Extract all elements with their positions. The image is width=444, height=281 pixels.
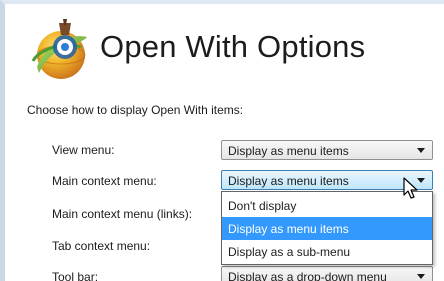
dialog-window: Open With Options Choose how to display … bbox=[0, 0, 444, 281]
dialog-title: Open With Options bbox=[100, 29, 366, 64]
chevron-down-icon bbox=[417, 148, 425, 153]
tab-context-menu-label: Tab context menu: bbox=[52, 239, 151, 253]
tool-bar-label: Tool bar: bbox=[52, 270, 99, 281]
tool-bar-value: Display as a drop-down menu bbox=[228, 270, 387, 281]
chevron-down-icon bbox=[417, 274, 425, 279]
options-instruction: Choose how to display Open With items: bbox=[27, 103, 244, 117]
option-label: Don't display bbox=[228, 199, 297, 213]
main-context-menu-dropdown[interactable]: Display as menu items bbox=[221, 170, 433, 190]
option-display-as-menu-items[interactable]: Display as menu items bbox=[222, 217, 432, 240]
tool-bar-dropdown[interactable]: Display as a drop-down menu bbox=[221, 266, 433, 281]
option-label: Display as menu items bbox=[228, 222, 349, 236]
mouse-pointer-icon bbox=[403, 177, 418, 199]
main-context-menu-options-list: Don't display Display as menu items Disp… bbox=[221, 191, 433, 265]
main-context-menu-label: Main context menu: bbox=[52, 174, 157, 188]
view-menu-dropdown[interactable]: Display as menu items bbox=[221, 140, 433, 160]
internet-explorer-logo-icon bbox=[31, 19, 87, 79]
main-context-menu-value: Display as menu items bbox=[228, 174, 349, 188]
option-label: Display as a sub-menu bbox=[228, 245, 351, 259]
view-menu-value: Display as menu items bbox=[228, 144, 349, 158]
option-display-as-sub-menu[interactable]: Display as a sub-menu bbox=[222, 240, 432, 263]
view-menu-label: View menu: bbox=[52, 143, 115, 157]
option-dont-display[interactable]: Don't display bbox=[222, 194, 432, 217]
main-context-menu-links-label: Main context menu (links): bbox=[52, 207, 193, 221]
